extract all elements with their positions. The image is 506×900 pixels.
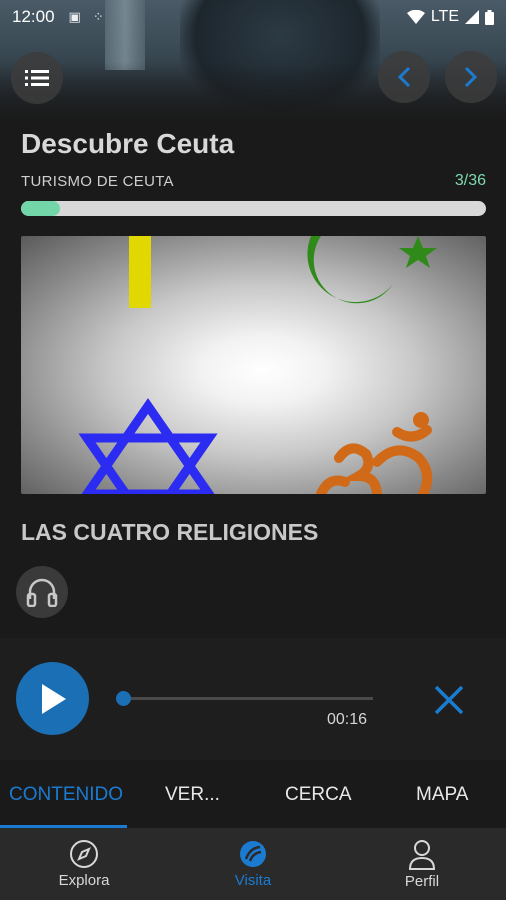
star-of-david-icon bbox=[78, 398, 218, 494]
nav-explora-label: Explora bbox=[58, 872, 110, 889]
wifi-icon bbox=[406, 10, 425, 24]
signal-icon bbox=[465, 10, 479, 24]
cross-icon bbox=[129, 236, 151, 308]
headphones-icon bbox=[26, 578, 58, 607]
status-bar: 12:00 ▣ ⁘ LTE bbox=[0, 0, 506, 34]
religions-image[interactable] bbox=[21, 236, 486, 494]
visit-icon bbox=[240, 841, 266, 867]
close-player-button[interactable] bbox=[431, 682, 467, 718]
page-title: Descubre Ceuta bbox=[21, 128, 235, 159]
tab-ver[interactable]: VER... bbox=[165, 784, 220, 806]
nav-perfil[interactable]: Perfil bbox=[362, 828, 482, 900]
tour-progress-bar bbox=[21, 201, 486, 216]
nav-visita-label: Visita bbox=[234, 872, 272, 889]
nav-visita[interactable]: Visita bbox=[193, 828, 313, 900]
tour-progress-fill bbox=[21, 201, 60, 216]
page-subtitle: TURISMO DE CEUTA bbox=[21, 173, 174, 190]
close-icon bbox=[434, 685, 464, 715]
audio-guide-button[interactable] bbox=[16, 566, 68, 618]
nav-explora[interactable]: Explora bbox=[24, 828, 144, 900]
section-title: LAS CUATRO RELIGIONES bbox=[21, 519, 319, 545]
tab-cerca[interactable]: CERCA bbox=[285, 784, 352, 806]
audio-elapsed-time: 00:16 bbox=[327, 711, 368, 728]
play-button[interactable] bbox=[16, 662, 89, 735]
chevron-left-icon bbox=[397, 66, 411, 88]
crescent-star-icon bbox=[307, 236, 437, 304]
content-tabs: CONTENIDO VER... CERCA MAPA bbox=[0, 760, 506, 828]
list-menu-button[interactable] bbox=[11, 52, 63, 104]
next-button[interactable] bbox=[445, 51, 497, 103]
sim-icon: ▣ bbox=[68, 9, 81, 24]
profile-icon bbox=[408, 840, 436, 870]
list-icon bbox=[25, 70, 49, 86]
battery-icon bbox=[485, 9, 494, 25]
tab-contenido[interactable]: CONTENIDO bbox=[9, 784, 123, 806]
item-counter: 3/36 bbox=[454, 172, 486, 189]
chevron-right-icon bbox=[464, 66, 478, 88]
compass-icon bbox=[70, 840, 98, 868]
bottom-navigation: Explora Visita Perfil bbox=[0, 828, 506, 900]
nav-perfil-label: Perfil bbox=[404, 873, 440, 890]
om-symbol-icon bbox=[316, 412, 433, 494]
audio-seek-track[interactable] bbox=[123, 697, 373, 700]
status-time: 12:00 bbox=[12, 7, 55, 26]
play-icon bbox=[41, 683, 66, 714]
tab-mapa[interactable]: MAPA bbox=[416, 784, 468, 806]
audio-seek-handle[interactable] bbox=[116, 691, 131, 706]
network-type: LTE bbox=[430, 8, 459, 25]
audio-player: 00:16 bbox=[0, 638, 506, 760]
previous-button[interactable] bbox=[378, 51, 430, 103]
notification-icon: ⁘ bbox=[92, 9, 104, 24]
